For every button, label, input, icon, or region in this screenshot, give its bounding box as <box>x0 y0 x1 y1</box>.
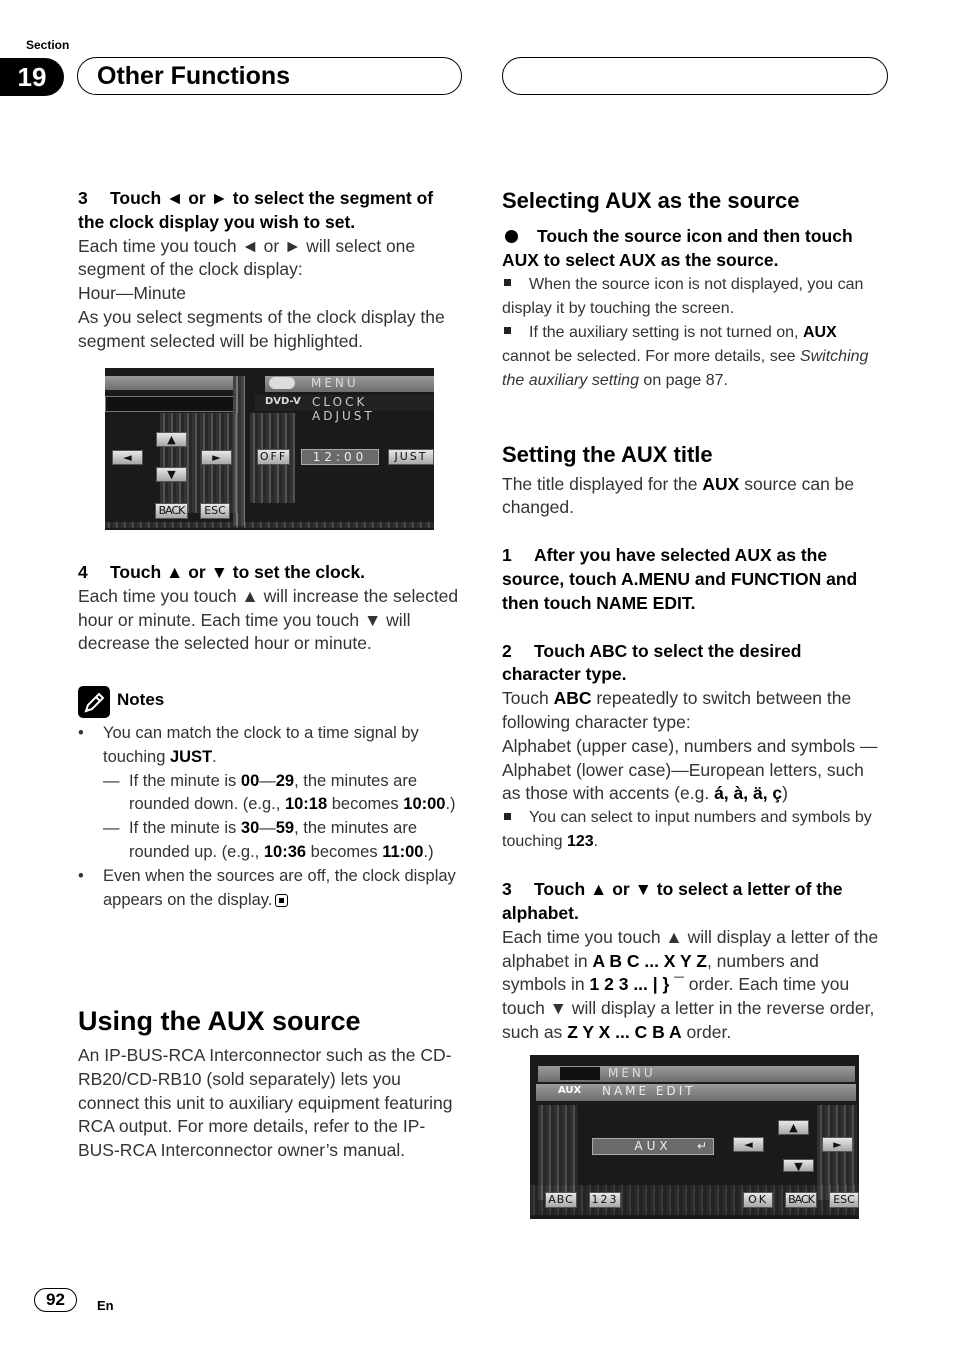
back-button[interactable]: BACK <box>785 1192 817 1208</box>
title-step-2-body: Touch ABC repeatedly to switch between t… <box>502 688 852 732</box>
notes-heading: Notes <box>117 690 165 709</box>
section-title: Other Functions <box>97 62 291 90</box>
selecting-aux-info-2: If the auxiliary setting is not turned o… <box>502 323 869 389</box>
back-button[interactable]: BACK <box>155 503 188 519</box>
selecting-aux-instruction: Touch the source icon and then touch AUX… <box>502 226 853 270</box>
disc-icon <box>269 377 295 389</box>
section-number: 19 <box>0 58 64 96</box>
up-button[interactable]: ▲ <box>156 432 187 447</box>
ok-button[interactable]: OK <box>743 1192 773 1208</box>
numbers-button[interactable]: 123 <box>589 1192 621 1208</box>
esc-button[interactable]: ESC <box>829 1192 859 1208</box>
section-label: Section <box>26 38 70 52</box>
note-item: Even when the sources are off, the clock… <box>78 865 463 913</box>
title-bar: AUX NAME EDIT <box>536 1084 856 1101</box>
step-3-heading: 3 Touch ◄ or ► to select the segment of t… <box>78 188 434 232</box>
title-step-2-info: You can select to input numbers and symb… <box>502 809 872 851</box>
end-mark-icon <box>275 893 289 907</box>
setting-aux-title-heading: Setting the AUX title <box>502 441 713 467</box>
notes-list: You can match the clock to a time signal… <box>78 722 463 912</box>
esc-button[interactable]: ESC <box>200 503 230 519</box>
step-3-body-2: Hour—Minute <box>78 283 186 304</box>
title-bar: DVD-V CLOCK ADJUST <box>255 395 434 423</box>
aux-source-body: An IP-BUS-RCA Interconnector such as the… <box>78 1045 453 1161</box>
clock-display[interactable]: 12:00 <box>301 449 379 465</box>
step-4-body: Each time you touch ▲ will increase the … <box>78 585 459 654</box>
just-button[interactable]: JUST <box>388 449 434 465</box>
up-button[interactable]: ▲ <box>778 1120 809 1135</box>
aux-intro-block: Using the AUX source An IP-BUS-RCA Inter… <box>78 1004 460 1163</box>
title-step-3-body: Each time you touch ▲ will display a let… <box>502 926 879 1042</box>
bullet-icon <box>505 229 518 243</box>
page-number: 92 <box>34 1288 77 1312</box>
selecting-aux-info-1: When the source icon is not displayed, y… <box>502 275 864 317</box>
title-step-1-heading: 1 After you have selected AUX as the sour… <box>502 545 858 613</box>
note-subitem: — If the minute is 30—59, the minutes are… <box>103 819 434 861</box>
left-column-top: 3 Touch ◄ or ► to select the segment of t… <box>78 187 460 354</box>
name-field[interactable]: AUX ↵ <box>592 1138 714 1155</box>
clock-adjust-screenshot: MENU DVD-V CLOCK ADJUST ▲ ▼ ◄ ► OFF 12:0… <box>105 368 434 530</box>
right-header-frame <box>502 57 888 95</box>
note-item: You can match the clock to a time signal… <box>78 722 463 770</box>
title-step-2-types: Alphabet (upper case), numbers and symbo… <box>502 735 878 804</box>
left-button[interactable]: ◄ <box>733 1137 764 1152</box>
aux-source-heading: Using the AUX source <box>78 1006 361 1036</box>
name-edit-screenshot: MENU AUX NAME EDIT AUX ↵ ◄ ▲ ▼ ► ABC 123… <box>530 1055 859 1219</box>
step-3-body-1: Each time you touch ◄ or ► will select o… <box>78 235 416 280</box>
notes-pencil-icon <box>78 686 110 718</box>
menu-bar: MENU <box>538 1066 855 1082</box>
down-button[interactable]: ▼ <box>783 1159 814 1173</box>
title-step-2-heading: 2 Touch ABC to select the desired charact… <box>502 640 802 685</box>
menu-bar: MENU <box>265 376 434 392</box>
right-button[interactable]: ► <box>201 450 232 465</box>
left-button[interactable]: ◄ <box>112 450 143 465</box>
off-button[interactable]: OFF <box>257 449 290 465</box>
enter-icon: ↵ <box>696 1139 707 1153</box>
right-button[interactable]: ► <box>822 1137 853 1152</box>
step-4-block: 4 Touch ▲ or ▼ to set the clock. Each tim… <box>78 561 460 656</box>
selecting-aux-heading: Selecting AUX as the source <box>502 188 800 213</box>
step-4-heading: 4 Touch ▲ or ▼ to set the clock. <box>78 562 366 582</box>
right-column: Selecting AUX as the source Touch the so… <box>502 187 884 1045</box>
title-step-3-heading: 3 Touch ▲ or ▼ to select a letter of the … <box>502 879 843 923</box>
down-button[interactable]: ▼ <box>156 467 187 482</box>
step-3-body-3: As you select segments of the clock disp… <box>78 306 445 351</box>
source-logo-icon <box>560 1067 600 1080</box>
abc-button[interactable]: ABC <box>545 1192 577 1208</box>
note-subitem: — If the minute is 00—29, the minutes are… <box>103 771 456 814</box>
setting-aux-title-body: The title displayed for the AUX source c… <box>502 473 855 518</box>
language-label: En <box>97 1298 114 1313</box>
